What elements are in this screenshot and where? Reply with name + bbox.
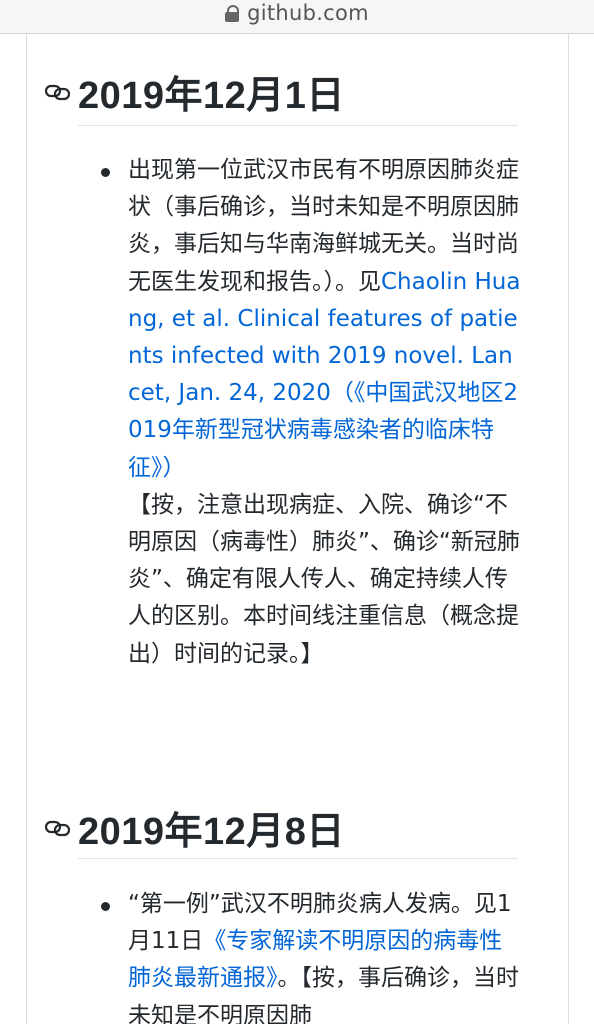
list-item: “第一例”武汉不明肺炎病人发病。见1月11日《专家解读不明原因的病毒性肺炎最新通…	[128, 886, 523, 1024]
bullet-point	[101, 902, 110, 911]
anchor-link-icon[interactable]	[44, 817, 72, 839]
page-border-left	[26, 34, 27, 1024]
anchor-link-icon[interactable]	[44, 81, 72, 103]
lock-icon	[225, 4, 240, 23]
editor-note: 【按，注意出现病症、入院、确诊“不明原因（病毒性）肺炎”、确诊“新冠肺炎”、确定…	[128, 491, 520, 667]
heading-divider	[78, 858, 518, 859]
section-heading-dec-1: 2019年12月1日	[44, 64, 345, 119]
list-item: 出现第一位武汉市民有不明原因肺炎症状（事后确诊，当时未知是不明原因肺炎，事后知与…	[128, 152, 523, 673]
page-border-right	[568, 34, 569, 1024]
section-heading-dec-8: 2019年12月8日	[44, 800, 345, 855]
bullet-point	[101, 168, 110, 177]
screen: github.com 2019年12月1日 出现第一位武汉市民有不明原因肺炎症状…	[0, 0, 594, 1024]
item-paragraph: 出现第一位武汉市民有不明原因肺炎症状（事后确诊，当时未知是不明原因肺炎，事后知与…	[128, 152, 523, 673]
address-bar[interactable]: github.com	[0, 0, 594, 34]
heading-divider	[78, 125, 518, 126]
item-paragraph: “第一例”武汉不明肺炎病人发病。见1月11日《专家解读不明原因的病毒性肺炎最新通…	[128, 886, 523, 1024]
section-heading-text: 2019年12月1日	[78, 75, 345, 117]
domain-label: github.com	[247, 0, 369, 25]
section-heading-text: 2019年12月8日	[78, 811, 345, 853]
reference-link[interactable]: Chaolin Huang, et al. Clinical features …	[128, 269, 520, 481]
